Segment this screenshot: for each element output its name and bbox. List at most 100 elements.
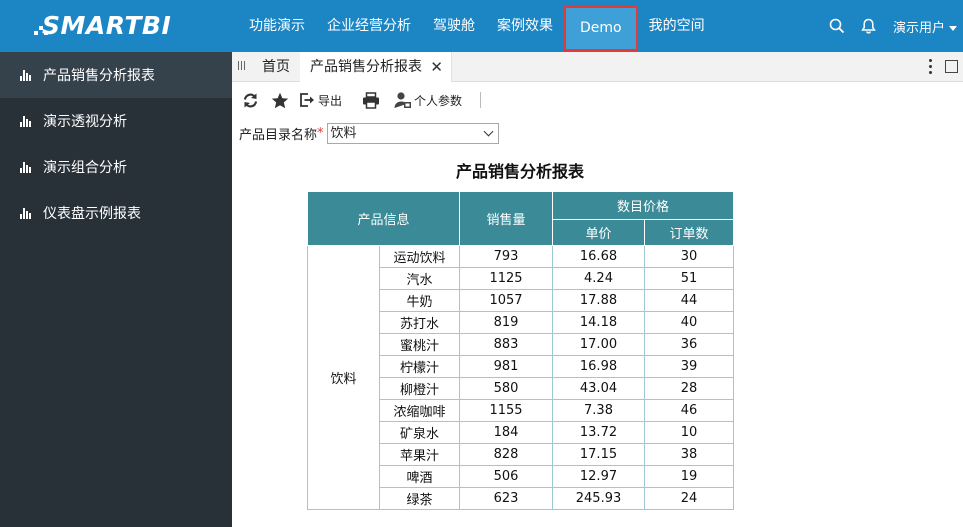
sales-cell: 623	[459, 487, 553, 510]
unit-price-cell: 17.88	[552, 289, 645, 312]
top-right-tools: 演示用户	[821, 0, 963, 52]
bar-chart-icon	[20, 69, 33, 81]
tab-home[interactable]: 首页	[254, 52, 298, 82]
more-vertical-icon[interactable]	[927, 58, 933, 76]
bell-icon[interactable]	[853, 0, 885, 52]
header-product-info: 产品信息	[307, 191, 460, 246]
orders-cell: 24	[644, 487, 734, 510]
sidebar-item-label: 演示组合分析	[43, 160, 127, 176]
tab-label: 产品销售分析报表	[310, 59, 422, 75]
product-name-cell: 运动饮料	[379, 245, 460, 268]
sales-cell: 883	[459, 333, 553, 356]
star-icon	[271, 92, 289, 108]
orders-cell: 10	[644, 421, 734, 444]
nav-item-case-effects[interactable]: 案例效果	[486, 0, 564, 52]
orders-cell: 46	[644, 399, 734, 422]
product-name-cell: 浓缩咖啡	[379, 399, 460, 422]
user-settings-icon	[394, 92, 412, 108]
favorite-button[interactable]	[271, 92, 289, 109]
orders-cell: 39	[644, 355, 734, 378]
product-name-cell: 牛奶	[379, 289, 460, 312]
category-cell: 饮料	[307, 245, 380, 510]
nav-item-feature-demo[interactable]: 功能演示	[238, 0, 316, 52]
nav-item-demo[interactable]: Demo	[564, 6, 638, 51]
refresh-button[interactable]	[242, 92, 259, 109]
header-price-group: 数目价格	[552, 191, 734, 220]
sidebar-item-product-sales-report[interactable]: 产品销售分析报表	[0, 52, 232, 98]
unit-price-cell: 17.15	[552, 443, 645, 466]
product-category-select[interactable]: 饮料	[326, 122, 499, 144]
maximize-icon[interactable]	[945, 60, 958, 73]
nav-item-my-space[interactable]: 我的空间	[638, 0, 716, 52]
smartbi-logo[interactable]: SMARTBI	[34, 9, 171, 41]
required-mark: *	[317, 125, 324, 141]
nav-item-cockpit[interactable]: 驾驶舱	[422, 0, 486, 52]
bar-chart-icon	[20, 161, 33, 173]
orders-cell: 28	[644, 377, 734, 400]
product-name-cell: 柳橙汁	[379, 377, 460, 400]
orders-cell: 40	[644, 311, 734, 334]
header-sales: 销售量	[459, 191, 553, 246]
nav-item-business-analysis[interactable]: 企业经营分析	[316, 0, 422, 52]
main-content: 首页 产品销售分析报表 ✕ 导出 个人参数 产品目录名称 * 饮料 产品销售分析…	[232, 52, 963, 527]
report-body: 饮料 运动饮料 793 16.68 30 汽水 1125 4.24 51 牛奶 1057 17.88 4…	[307, 245, 734, 510]
search-icon[interactable]	[821, 0, 853, 52]
report-toolbar: 导出 个人参数	[232, 86, 963, 114]
close-icon[interactable]: ✕	[430, 52, 443, 82]
sales-cell: 819	[459, 311, 553, 334]
sales-cell: 981	[459, 355, 553, 378]
refresh-icon	[243, 93, 258, 107]
user-menu[interactable]: 演示用户	[885, 17, 963, 36]
unit-price-cell: 14.18	[552, 311, 645, 334]
sidebar-item-combined-analysis[interactable]: 演示组合分析	[0, 144, 232, 190]
product-name-cell: 柠檬汁	[379, 355, 460, 378]
unit-price-cell: 12.97	[552, 465, 645, 488]
sales-cell: 1125	[459, 267, 553, 290]
tab-list-handle-icon[interactable]	[238, 61, 246, 72]
sales-cell: 506	[459, 465, 553, 488]
main-nav: 功能演示 企业经营分析 驾驶舱 案例效果 Demo 我的空间	[238, 0, 716, 52]
logo-text: SMARTBI	[42, 10, 172, 40]
sales-cell: 828	[459, 443, 553, 466]
product-name-cell: 苹果汁	[379, 443, 460, 466]
product-name-cell: 绿茶	[379, 487, 460, 510]
print-button[interactable]	[362, 91, 380, 109]
user-name: 演示用户	[892, 20, 945, 36]
product-name-cell: 蜜桃汁	[379, 333, 460, 356]
sidebar-item-label: 仪表盘示例报表	[43, 206, 141, 222]
chevron-down-icon	[483, 126, 493, 136]
personal-params-button[interactable]: 个人参数	[394, 91, 462, 109]
sidebar-item-pivot-analysis[interactable]: 演示透视分析	[0, 98, 232, 144]
select-value: 饮料	[330, 125, 357, 141]
tab-product-sales-report[interactable]: 产品销售分析报表 ✕	[300, 52, 452, 82]
export-button[interactable]: 导出	[299, 92, 342, 109]
sidebar: 产品销售分析报表 演示透视分析 演示组合分析 仪表盘示例报表	[0, 52, 232, 527]
report-title: 产品销售分析报表	[455, 162, 584, 181]
orders-cell: 51	[644, 267, 734, 290]
orders-cell: 38	[644, 443, 734, 466]
export-label: 导出	[318, 93, 343, 108]
unit-price-cell: 16.68	[552, 245, 645, 268]
param-label: 产品目录名称	[239, 127, 318, 143]
sales-cell: 793	[459, 245, 553, 268]
unit-price-cell: 7.38	[552, 399, 645, 422]
tab-bar: 首页 产品销售分析报表 ✕	[232, 52, 963, 82]
sales-cell: 184	[459, 421, 553, 444]
sales-cell: 1155	[459, 399, 553, 422]
unit-price-cell: 16.98	[552, 355, 645, 378]
sales-cell: 1057	[459, 289, 553, 312]
bar-chart-icon	[20, 207, 33, 219]
header-orders: 订单数	[644, 219, 734, 246]
unit-price-cell: 17.00	[552, 333, 645, 356]
printer-icon	[363, 91, 380, 109]
sidebar-item-label: 演示透视分析	[43, 114, 127, 130]
product-name-cell: 汽水	[379, 267, 460, 290]
sidebar-item-dashboard-report[interactable]: 仪表盘示例报表	[0, 190, 232, 236]
bar-chart-icon	[20, 115, 33, 127]
export-icon	[300, 93, 314, 107]
sales-report-table: 产品信息 销售量 数目价格 单价 订单数 饮料 运动饮料 793 16.68 30 汽水 1…	[307, 191, 734, 510]
orders-cell: 44	[644, 289, 734, 312]
unit-price-cell: 43.04	[552, 377, 645, 400]
unit-price-cell: 13.72	[552, 421, 645, 444]
chevron-down-icon	[949, 25, 957, 31]
